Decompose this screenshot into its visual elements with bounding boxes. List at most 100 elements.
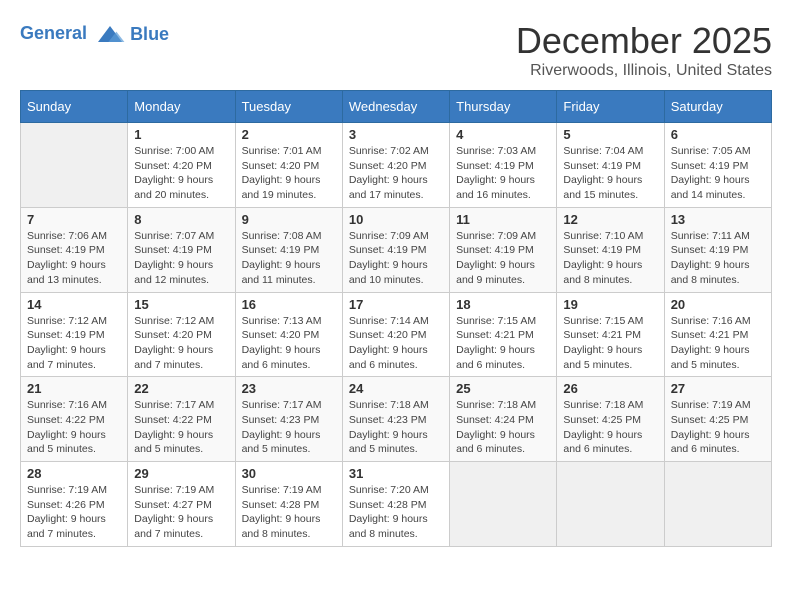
day-number: 25 xyxy=(456,381,550,396)
weekday-header-monday: Monday xyxy=(128,91,235,123)
calendar-cell: 5 Sunrise: 7:04 AM Sunset: 4:19 PM Daylig… xyxy=(557,123,664,208)
day-number: 15 xyxy=(134,297,228,312)
day-number: 23 xyxy=(242,381,336,396)
calendar-cell: 11 Sunrise: 7:09 AM Sunset: 4:19 PM Dayli… xyxy=(450,207,557,292)
day-number: 9 xyxy=(242,212,336,227)
calendar-body: 1 Sunrise: 7:00 AM Sunset: 4:20 PM Daylig… xyxy=(21,123,772,547)
day-info: Sunrise: 7:05 AM Sunset: 4:19 PM Dayligh… xyxy=(671,144,765,203)
day-info: Sunrise: 7:09 AM Sunset: 4:19 PM Dayligh… xyxy=(456,229,550,288)
calendar-cell: 16Sunrise: 7:13 AM Sunset: 4:20 PM Dayli… xyxy=(235,292,342,377)
day-info: Sunrise: 7:00 AM Sunset: 4:20 PM Dayligh… xyxy=(134,144,228,203)
day-number: 10 xyxy=(349,212,443,227)
calendar-cell: 4 Sunrise: 7:03 AM Sunset: 4:19 PM Daylig… xyxy=(450,123,557,208)
day-info: Sunrise: 7:09 AM Sunset: 4:19 PM Dayligh… xyxy=(349,229,443,288)
day-number: 8 xyxy=(134,212,228,227)
calendar-cell: 6 Sunrise: 7:05 AM Sunset: 4:19 PM Daylig… xyxy=(664,123,771,208)
calendar-cell: 1 Sunrise: 7:00 AM Sunset: 4:20 PM Daylig… xyxy=(128,123,235,208)
page-header: General Blue December 2025 Riverwoods, I… xyxy=(20,20,772,80)
day-number: 26 xyxy=(563,381,657,396)
calendar-cell: 3Sunrise: 7:02 AM Sunset: 4:20 PM Daylig… xyxy=(342,123,449,208)
location-subtitle: Riverwoods, Illinois, United States xyxy=(516,62,772,80)
day-info: Sunrise: 7:19 AM Sunset: 4:28 PM Dayligh… xyxy=(242,483,336,542)
title-section: December 2025 Riverwoods, Illinois, Unit… xyxy=(516,20,772,80)
weekday-header-friday: Friday xyxy=(557,91,664,123)
calendar-cell xyxy=(664,462,771,547)
month-title: December 2025 xyxy=(516,20,772,62)
day-number: 30 xyxy=(242,466,336,481)
day-number: 20 xyxy=(671,297,765,312)
day-number: 29 xyxy=(134,466,228,481)
calendar-cell: 23 Sunrise: 7:17 AM Sunset: 4:23 PM Dayli… xyxy=(235,377,342,462)
calendar-cell: 29 Sunrise: 7:19 AM Sunset: 4:27 PM Dayli… xyxy=(128,462,235,547)
day-info: Sunrise: 7:07 AM Sunset: 4:19 PM Dayligh… xyxy=(134,229,228,288)
week-row-3: 14Sunrise: 7:12 AM Sunset: 4:19 PM Dayli… xyxy=(21,292,772,377)
calendar-cell: 21 Sunrise: 7:16 AM Sunset: 4:22 PM Dayli… xyxy=(21,377,128,462)
day-number: 4 xyxy=(456,127,550,142)
day-number: 19 xyxy=(563,297,657,312)
day-info: Sunrise: 7:10 AM Sunset: 4:19 PM Dayligh… xyxy=(563,229,657,288)
day-number: 2 xyxy=(242,127,336,142)
day-number: 31 xyxy=(349,466,443,481)
day-info: Sunrise: 7:01 AM Sunset: 4:20 PM Dayligh… xyxy=(242,144,336,203)
day-number: 21 xyxy=(27,381,121,396)
calendar-cell xyxy=(21,123,128,208)
day-number: 5 xyxy=(563,127,657,142)
day-number: 12 xyxy=(563,212,657,227)
day-info: Sunrise: 7:17 AM Sunset: 4:23 PM Dayligh… xyxy=(242,398,336,457)
day-info: Sunrise: 7:12 AM Sunset: 4:20 PM Dayligh… xyxy=(134,314,228,373)
calendar-cell: 17Sunrise: 7:14 AM Sunset: 4:20 PM Dayli… xyxy=(342,292,449,377)
calendar-cell: 20Sunrise: 7:16 AM Sunset: 4:21 PM Dayli… xyxy=(664,292,771,377)
day-info: Sunrise: 7:16 AM Sunset: 4:22 PM Dayligh… xyxy=(27,398,121,457)
day-info: Sunrise: 7:03 AM Sunset: 4:19 PM Dayligh… xyxy=(456,144,550,203)
calendar-cell: 25 Sunrise: 7:18 AM Sunset: 4:24 PM Dayli… xyxy=(450,377,557,462)
day-info: Sunrise: 7:18 AM Sunset: 4:25 PM Dayligh… xyxy=(563,398,657,457)
logo-line2: Blue xyxy=(130,24,169,45)
calendar-cell: 26 Sunrise: 7:18 AM Sunset: 4:25 PM Dayli… xyxy=(557,377,664,462)
day-number: 27 xyxy=(671,381,765,396)
calendar-cell: 24Sunrise: 7:18 AM Sunset: 4:23 PM Dayli… xyxy=(342,377,449,462)
day-number: 11 xyxy=(456,212,550,227)
calendar-cell: 30 Sunrise: 7:19 AM Sunset: 4:28 PM Dayli… xyxy=(235,462,342,547)
calendar-cell: 18 Sunrise: 7:15 AM Sunset: 4:21 PM Dayli… xyxy=(450,292,557,377)
day-info: Sunrise: 7:04 AM Sunset: 4:19 PM Dayligh… xyxy=(563,144,657,203)
week-row-2: 7Sunrise: 7:06 AM Sunset: 4:19 PM Daylig… xyxy=(21,207,772,292)
calendar-cell xyxy=(557,462,664,547)
week-row-1: 1 Sunrise: 7:00 AM Sunset: 4:20 PM Daylig… xyxy=(21,123,772,208)
weekday-header-wednesday: Wednesday xyxy=(342,91,449,123)
day-info: Sunrise: 7:15 AM Sunset: 4:21 PM Dayligh… xyxy=(456,314,550,373)
week-row-4: 21 Sunrise: 7:16 AM Sunset: 4:22 PM Dayli… xyxy=(21,377,772,462)
day-number: 6 xyxy=(671,127,765,142)
day-info: Sunrise: 7:17 AM Sunset: 4:22 PM Dayligh… xyxy=(134,398,228,457)
calendar-cell: 22Sunrise: 7:17 AM Sunset: 4:22 PM Dayli… xyxy=(128,377,235,462)
day-info: Sunrise: 7:19 AM Sunset: 4:27 PM Dayligh… xyxy=(134,483,228,542)
day-number: 7 xyxy=(27,212,121,227)
calendar-cell: 7Sunrise: 7:06 AM Sunset: 4:19 PM Daylig… xyxy=(21,207,128,292)
day-info: Sunrise: 7:19 AM Sunset: 4:25 PM Dayligh… xyxy=(671,398,765,457)
day-number: 18 xyxy=(456,297,550,312)
weekday-header-thursday: Thursday xyxy=(450,91,557,123)
day-info: Sunrise: 7:20 AM Sunset: 4:28 PM Dayligh… xyxy=(349,483,443,542)
day-number: 24 xyxy=(349,381,443,396)
day-number: 14 xyxy=(27,297,121,312)
day-info: Sunrise: 7:11 AM Sunset: 4:19 PM Dayligh… xyxy=(671,229,765,288)
day-info: Sunrise: 7:02 AM Sunset: 4:20 PM Dayligh… xyxy=(349,144,443,203)
calendar-cell: 19 Sunrise: 7:15 AM Sunset: 4:21 PM Dayli… xyxy=(557,292,664,377)
day-info: Sunrise: 7:14 AM Sunset: 4:20 PM Dayligh… xyxy=(349,314,443,373)
calendar-cell: 13 Sunrise: 7:11 AM Sunset: 4:19 PM Dayli… xyxy=(664,207,771,292)
day-number: 28 xyxy=(27,466,121,481)
calendar-cell: 31 Sunrise: 7:20 AM Sunset: 4:28 PM Dayli… xyxy=(342,462,449,547)
day-info: Sunrise: 7:18 AM Sunset: 4:24 PM Dayligh… xyxy=(456,398,550,457)
calendar-table: SundayMondayTuesdayWednesdayThursdayFrid… xyxy=(20,90,772,547)
calendar-cell: 15 Sunrise: 7:12 AM Sunset: 4:20 PM Dayli… xyxy=(128,292,235,377)
weekday-header-saturday: Saturday xyxy=(664,91,771,123)
day-number: 1 xyxy=(134,127,228,142)
weekday-header-sunday: Sunday xyxy=(21,91,128,123)
calendar-cell: 10 Sunrise: 7:09 AM Sunset: 4:19 PM Dayli… xyxy=(342,207,449,292)
day-number: 13 xyxy=(671,212,765,227)
day-info: Sunrise: 7:19 AM Sunset: 4:26 PM Dayligh… xyxy=(27,483,121,542)
day-info: Sunrise: 7:13 AM Sunset: 4:20 PM Dayligh… xyxy=(242,314,336,373)
day-info: Sunrise: 7:15 AM Sunset: 4:21 PM Dayligh… xyxy=(563,314,657,373)
calendar-cell: 14Sunrise: 7:12 AM Sunset: 4:19 PM Dayli… xyxy=(21,292,128,377)
logo: General Blue xyxy=(20,20,169,48)
calendar-cell: 8 Sunrise: 7:07 AM Sunset: 4:19 PM Daylig… xyxy=(128,207,235,292)
